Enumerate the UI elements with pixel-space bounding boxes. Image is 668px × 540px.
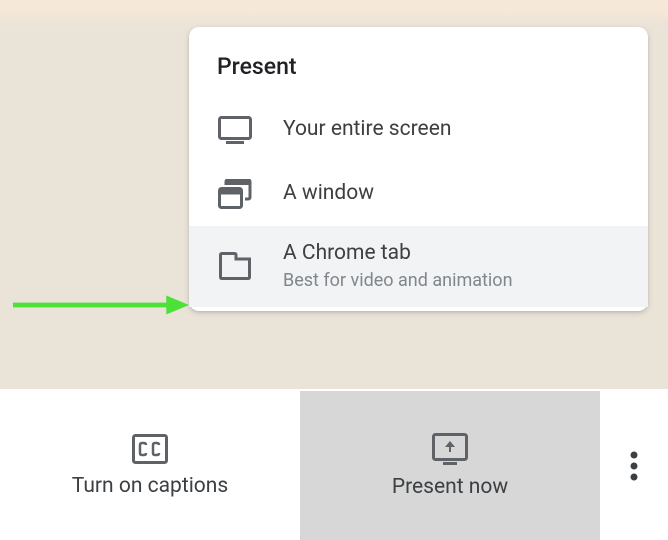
- screen-icon: [217, 112, 253, 148]
- menu-item-entire-screen[interactable]: Your entire screen: [189, 98, 648, 162]
- menu-item-label: A window: [283, 180, 374, 207]
- window-icon: [217, 176, 253, 212]
- menu-item-label: A Chrome tab: [283, 240, 513, 267]
- more-vert-icon: [630, 451, 638, 481]
- present-menu: Present Your entire screen A window: [189, 27, 648, 311]
- menu-item-window[interactable]: A window: [189, 162, 648, 226]
- toolbar-label: Present now: [392, 475, 508, 499]
- captions-icon: [132, 434, 168, 464]
- toolbar-label: Turn on captions: [72, 474, 228, 498]
- bottom-toolbar: Turn on captions Present now: [0, 391, 668, 540]
- menu-item-sublabel: Best for video and animation: [283, 269, 513, 292]
- more-options-button[interactable]: [600, 391, 668, 540]
- present-now-button[interactable]: Present now: [300, 391, 600, 540]
- pointer-arrow-icon: [13, 293, 189, 317]
- menu-item-label: Your entire screen: [283, 116, 451, 143]
- captions-button[interactable]: Turn on captions: [0, 391, 300, 540]
- menu-item-chrome-tab[interactable]: A Chrome tab Best for video and animatio…: [189, 226, 648, 307]
- menu-title: Present: [189, 27, 648, 98]
- present-icon: [432, 433, 468, 465]
- tab-icon: [217, 248, 253, 284]
